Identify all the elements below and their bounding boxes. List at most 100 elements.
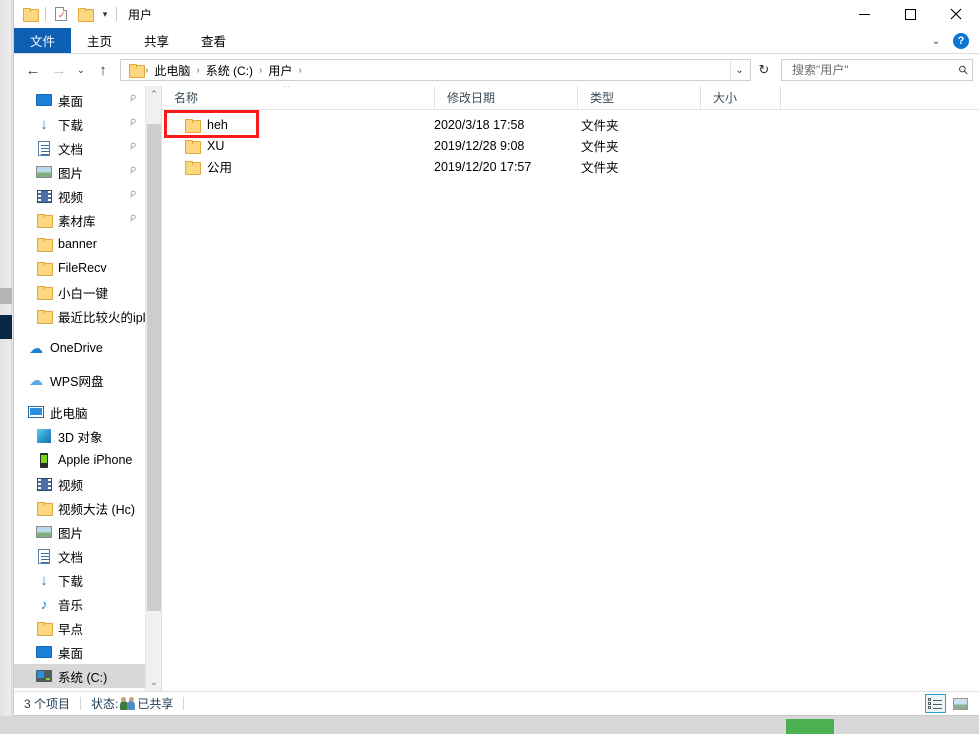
file-list-pane[interactable]: 名称 ⌃ 修改日期 类型 大小 heh2020/3/18 17:58文件夹XU2… [162,86,979,691]
sidebar-item-label: Apple iPhone [58,453,132,467]
tab-file[interactable]: 文件 [14,28,71,53]
window-title: 用户 [128,6,152,23]
help-icon[interactable]: ? [953,33,969,49]
column-header-type[interactable]: 类型 [577,86,700,109]
sidebar-item-6[interactable]: banner [14,232,145,256]
forward-button[interactable]: → [46,57,72,83]
file-name-cell[interactable]: XU [162,138,434,154]
minimize-button[interactable] [841,0,887,28]
sidebar-item-8[interactable]: 小白一键 [14,280,145,304]
breadcrumb-item-system-c[interactable]: 系统 (C:) [202,62,257,79]
sidebar-item-label: 文档 [58,547,83,566]
sidebar-item-3[interactable]: 图片⚲ [14,160,145,184]
sidebar-item-20[interactable]: ♪音乐 [14,592,145,616]
new-folder-icon[interactable] [73,3,97,25]
download-icon: ↓ [36,572,52,588]
pin-icon[interactable]: ⚲ [127,116,139,129]
pin-icon[interactable]: ⚲ [127,212,139,225]
sidebar-item-label: FileRecv [58,261,107,275]
sidebar-item-9[interactable]: 最近比较火的ipl [14,304,145,328]
pin-icon[interactable]: ⚲ [127,188,139,201]
large-icons-view-button[interactable] [950,694,971,713]
sidebar-item-23[interactable]: 系统 (C:) [14,664,145,688]
title-bar: ✓ ▾ 用户 [14,0,979,28]
sidebar-item-label: 此电脑 [50,403,88,422]
file-name-label: heh [207,118,228,132]
table-row[interactable]: heh2020/3/18 17:58文件夹 [162,114,979,135]
tab-view[interactable]: 查看 [185,28,242,53]
table-row[interactable]: XU2019/12/28 9:08文件夹 [162,135,979,156]
chevron-down-icon[interactable]: ⌄ [925,30,947,52]
sidebar-item-18[interactable]: 文档 [14,544,145,568]
desktop-icon [36,92,52,108]
sidebar-item-label: 桌面 [58,91,83,110]
close-button[interactable] [933,0,979,28]
sidebar-item-11[interactable]: ☁WPS网盘 [14,368,145,392]
column-header-date[interactable]: 修改日期 [434,86,577,109]
onedrive-icon: ☁ [28,340,44,356]
background-window-edge[interactable] [0,0,12,716]
sidebar-item-1[interactable]: ↓下载⚲ [14,112,145,136]
file-explorer-window: ✓ ▾ 用户 文件 主页 共享 查看 [13,0,979,716]
refresh-button[interactable]: ↻ [753,57,775,83]
sidebar-item-13[interactable]: 3D 对象 [14,424,145,448]
desktop-icon [36,644,52,660]
sidebar-item-15[interactable]: 视频 [14,472,145,496]
taskbar-green-item[interactable] [786,719,834,734]
status-bar: 3 个项目 状态: 已共享 [14,691,979,715]
breadcrumb-item-users[interactable]: 用户 [264,62,296,79]
sidebar-item-19[interactable]: ↓下载 [14,568,145,592]
pin-icon[interactable]: ⚲ [127,92,139,105]
scrollbar-thumb[interactable] [147,124,161,611]
maximize-button[interactable] [887,0,933,28]
folder-icon [184,117,200,133]
scroll-down-arrow-icon[interactable]: ⌄ [146,674,162,691]
sidebar-item-0[interactable]: 桌面 ⚲ [14,88,145,112]
column-headers: 名称 ⌃ 修改日期 类型 大小 [162,86,979,110]
shared-people-icon [120,697,135,710]
sidebar-item-22[interactable]: 桌面 [14,640,145,664]
sidebar-item-17[interactable]: 图片 [14,520,145,544]
customize-toolbar-caret-icon[interactable]: ▾ [97,3,113,25]
up-button[interactable]: ↑ [90,57,116,83]
sidebar-item-2[interactable]: 文档⚲ [14,136,145,160]
sidebar-item-label: WPS网盘 [50,371,103,390]
file-name-cell[interactable]: 公用 [162,157,434,176]
sidebar-item-label: 系统 (C:) [58,667,107,686]
scroll-up-arrow-icon[interactable]: ⌃ [146,86,162,103]
sidebar-item-7[interactable]: FileRecv [14,256,145,280]
breadcrumb-folder-icon[interactable] [129,64,143,76]
sidebar-item-12[interactable]: 此电脑 [14,400,145,424]
address-dropdown-caret-icon[interactable]: ⌄ [730,60,748,80]
tab-share[interactable]: 共享 [128,28,185,53]
breadcrumb-separator-2[interactable]: › [257,65,264,76]
breadcrumb-separator-1[interactable]: › [194,65,201,76]
sort-ascending-icon: ⌃ [282,86,291,95]
pictures-icon [36,524,52,540]
column-header-size[interactable]: 大小 [700,86,780,109]
pin-icon[interactable]: ⚲ [127,164,139,177]
sidebar-item-16[interactable]: 视频大法 (Hc) [14,496,145,520]
sidebar-item-10[interactable]: ☁OneDrive [14,336,145,360]
file-name-cell[interactable]: heh [162,117,434,133]
tab-home[interactable]: 主页 [71,28,128,53]
sidebar-item-4[interactable]: 视频⚲ [14,184,145,208]
properties-icon[interactable]: ✓ [49,3,73,25]
details-view-button[interactable] [925,694,946,713]
breadcrumb-separator-3[interactable]: › [296,65,303,76]
recent-locations-caret-icon[interactable]: ⌄ [72,57,90,83]
search-input[interactable] [790,62,959,78]
search-box[interactable]: ⚲ [781,59,973,81]
navigation-scrollbar[interactable]: ⌃ ⌄ [145,86,161,691]
folder-icon[interactable] [18,3,42,25]
back-button[interactable]: ← [20,57,46,83]
sidebar-item-5[interactable]: 素材库⚲ [14,208,145,232]
column-header-name[interactable]: 名称 ⌃ [162,86,434,109]
sidebar-item-21[interactable]: 早点 [14,616,145,640]
breadcrumb-item-this-pc[interactable]: 此电脑 [150,62,194,79]
pin-icon[interactable]: ⚲ [127,140,139,153]
download-icon: ↓ [36,116,52,132]
sidebar-item-14[interactable]: Apple iPhone [14,448,145,472]
table-row[interactable]: 公用2019/12/20 17:57文件夹 [162,156,979,177]
address-input[interactable]: › 此电脑 › 系统 (C:) › 用户 › ⌄ [120,59,751,81]
